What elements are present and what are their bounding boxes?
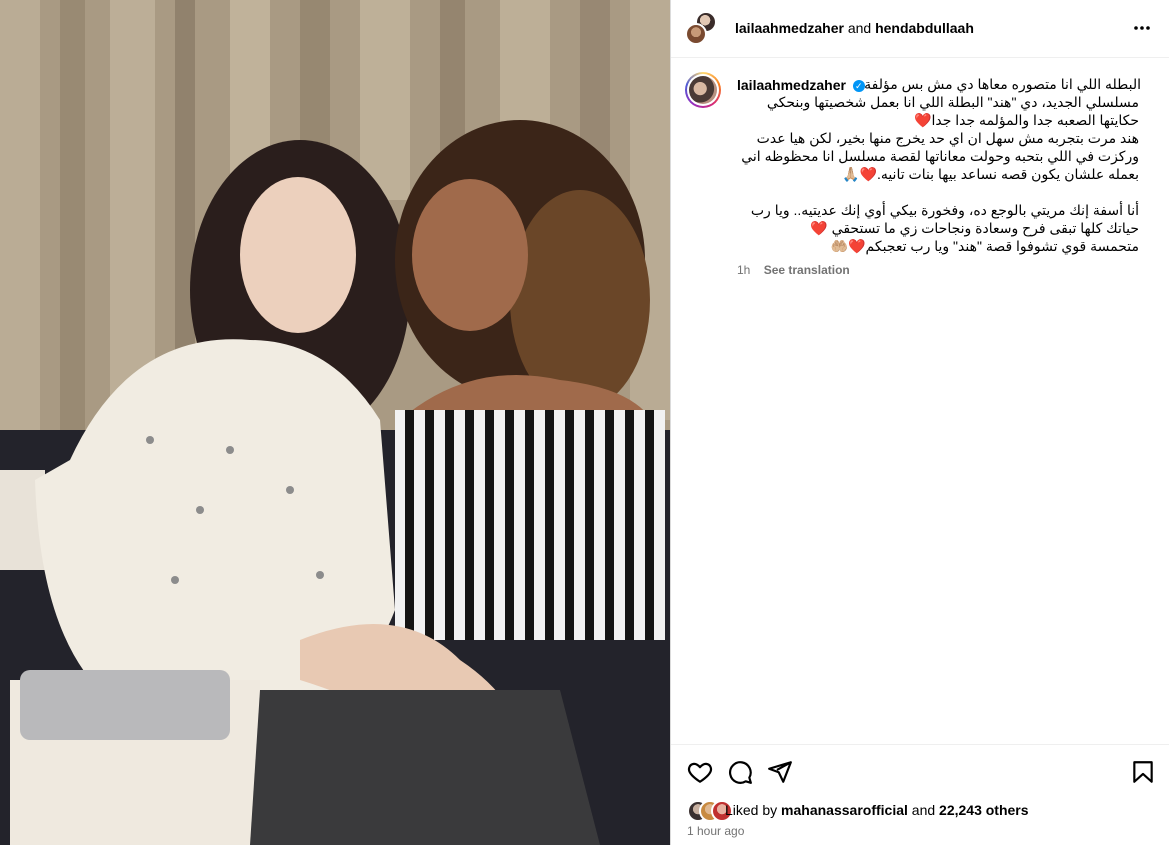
post-details-panel: lailaahmedzaher and hendabdullaah lailaa… (670, 0, 1169, 845)
caption-line: بعمله علشان يكون قصه نساعد بيها بنات تان… (842, 166, 1139, 182)
post-actions: Liked by mahanassarofficial and 22,243 o… (671, 744, 1169, 845)
caption-line: البطله اللي انا متصوره معاها دي مش بس مؤ… (864, 76, 1141, 92)
comment-button[interactable] (727, 759, 753, 785)
post-photo-illustration (0, 0, 670, 845)
avatar[interactable] (685, 23, 707, 45)
caption-line: وركزت في اللي بتحبه وحولت معاناتها لقصة … (741, 148, 1139, 164)
post-timestamp[interactable]: 1 hour ago (687, 824, 744, 838)
bookmark-icon (1133, 761, 1153, 783)
caption-avatar[interactable] (685, 72, 721, 108)
caption-text: البطله اللي انا متصوره معاها دي مش بس مؤ… (733, 75, 1141, 255)
likes-count-link[interactable]: 22,243 others (939, 802, 1029, 818)
header-username-2[interactable]: hendabdullaah (875, 20, 974, 36)
header-joiner: and (847, 20, 872, 36)
likes-prefix: Liked by (725, 802, 778, 818)
heart-icon (687, 762, 713, 783)
caption-time[interactable]: 1h (737, 263, 750, 277)
caption-line: مسلسلي الجديد، دي "هند" البطلة اللي انا … (766, 94, 1139, 110)
collab-avatars[interactable] (685, 11, 721, 47)
share-icon (768, 761, 792, 783)
like-button[interactable] (687, 759, 713, 785)
caption-line: حياتك كلها تبقى فرح وسعادة ونجاحات زي ما… (810, 220, 1139, 236)
caption-line: هند مرت بتجربه مش سهل ان اي حد يخرج منها… (756, 130, 1139, 146)
more-options-button[interactable] (1130, 18, 1154, 38)
likes-user-link[interactable]: mahanassarofficial (781, 802, 908, 818)
post-header: lailaahmedzaher and hendabdullaah (671, 0, 1169, 58)
likes-summary: Liked by mahanassarofficial and 22,243 o… (725, 802, 1029, 818)
likes-joiner: and (911, 802, 936, 818)
avatar (689, 76, 717, 104)
header-usernames: lailaahmedzaher and hendabdullaah (735, 20, 974, 36)
caption-line: حكايتها الصعبه جدا والمؤلمه جدا جدا❤️ (914, 112, 1139, 128)
post-photo[interactable] (0, 0, 670, 845)
caption-meta: 1h See translation (737, 263, 850, 277)
save-button[interactable] (1130, 759, 1156, 785)
share-button[interactable] (767, 759, 793, 785)
caption-line: متحمسة قوي تشوفوا قصة "هند" ويا رب تعجبك… (830, 238, 1139, 254)
caption-line: أنا أسفة إنك مريتي بالوجع ده، وفخورة بيك… (750, 202, 1139, 218)
see-translation-button[interactable]: See translation (764, 263, 850, 277)
comment-icon (729, 761, 752, 784)
header-username-1[interactable]: lailaahmedzaher (735, 20, 844, 36)
more-horizontal-icon (1134, 26, 1150, 30)
